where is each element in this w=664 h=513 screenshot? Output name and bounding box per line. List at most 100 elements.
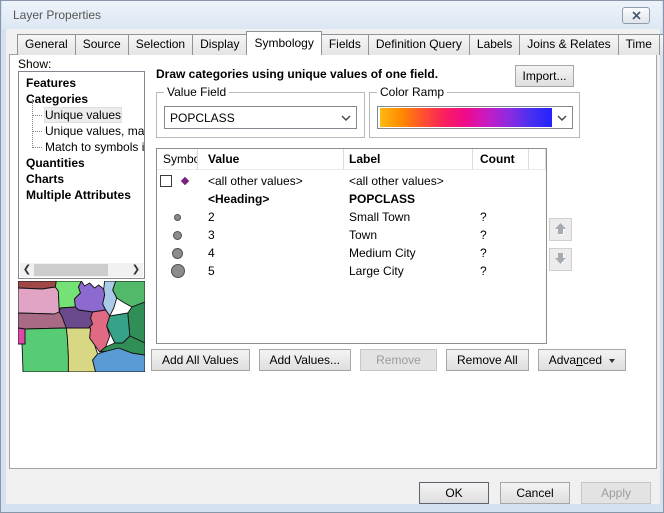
column-header-value[interactable]: Value	[198, 149, 344, 170]
map-preview	[18, 281, 145, 372]
color-ramp-label: Color Ramp	[377, 85, 447, 99]
show-tree: FeaturesCategoriesUnique valuesUnique va…	[18, 71, 145, 279]
table-row[interactable]: 3Town?	[157, 226, 546, 244]
symbol-cell[interactable]	[157, 190, 198, 208]
tab-bar: GeneralSourceSelectionDisplaySymbologyFi…	[17, 31, 664, 55]
advanced-button[interactable]: Advanced	[538, 349, 626, 371]
tab-selection[interactable]: Selection	[128, 34, 193, 55]
column-header-label[interactable]: Label	[344, 149, 473, 170]
ok-button[interactable]: OK	[419, 482, 489, 504]
scrollbar-thumb[interactable]	[34, 264, 108, 276]
show-item-label: Multiple Attributes	[26, 188, 131, 202]
point-symbol-icon	[181, 177, 189, 185]
count-cell: ?	[473, 228, 529, 242]
remove-all-button[interactable]: Remove All	[446, 349, 529, 371]
count-cell: ?	[473, 210, 529, 224]
tab-definition-query[interactable]: Definition Query	[368, 34, 470, 55]
map-region	[74, 281, 105, 312]
tab-joins-relates[interactable]: Joins & Relates	[519, 34, 618, 55]
all-other-values-checkbox[interactable]	[160, 175, 172, 187]
value-field-dropdown[interactable]: POPCLASS	[164, 106, 357, 129]
show-item-quantities[interactable]: Quantities	[19, 155, 144, 171]
tab-fields[interactable]: Fields	[321, 34, 369, 55]
arrow-up-icon	[553, 221, 568, 236]
circle-symbol-icon	[172, 248, 183, 259]
map-region	[107, 313, 130, 343]
symbol-table: Symbol Value Label Count <all other valu…	[156, 148, 547, 344]
import-button[interactable]: Import...	[515, 65, 574, 87]
map-region	[22, 328, 68, 372]
scroll-left-arrow-icon[interactable]: ❮	[20, 263, 34, 277]
label-cell: POPCLASS	[344, 192, 473, 206]
window-titlebar[interactable]: Layer Properties	[2, 1, 662, 29]
add-values-button[interactable]: Add Values...	[259, 349, 352, 371]
symbol-cell[interactable]	[157, 262, 198, 280]
label-cell: Medium City	[344, 246, 473, 260]
symbol-cell[interactable]	[157, 172, 198, 190]
table-row[interactable]: 4Medium City?	[157, 244, 546, 262]
close-button[interactable]	[622, 7, 650, 24]
tab-labels[interactable]: Labels	[469, 34, 520, 55]
value-cell: 5	[198, 264, 344, 278]
map-region	[18, 312, 66, 329]
scroll-right-arrow-icon[interactable]: ❯	[129, 263, 143, 277]
circle-symbol-icon	[171, 264, 185, 278]
circle-symbol-icon	[174, 214, 181, 221]
show-item-charts[interactable]: Charts	[19, 171, 144, 187]
show-item-label: Features	[26, 76, 76, 90]
value-cell: 3	[198, 228, 344, 242]
column-header-count[interactable]: Count	[473, 149, 529, 170]
dialog-content: GeneralSourceSelectionDisplaySymbologyFi…	[6, 29, 660, 504]
tab-symbology[interactable]: Symbology	[246, 31, 321, 55]
table-row[interactable]: 5Large City?	[157, 262, 546, 280]
show-item-match-to-symbols-in-a[interactable]: Match to symbols in a	[19, 139, 144, 155]
tab-display[interactable]: Display	[192, 34, 247, 55]
tab-general[interactable]: General	[17, 34, 76, 55]
show-item-label: Quantities	[26, 156, 85, 170]
show-item-label: Charts	[26, 172, 64, 186]
table-row[interactable]: <all other values><all other values>	[157, 172, 546, 190]
remove-button[interactable]: Remove	[360, 349, 437, 371]
show-item-multiple-attributes[interactable]: Multiple Attributes	[19, 187, 144, 203]
table-row[interactable]: <Heading>POPCLASS	[157, 190, 546, 208]
add-all-values-button[interactable]: Add All Values	[151, 349, 250, 371]
label-cell: Town	[344, 228, 473, 242]
show-item-label: Unique values	[45, 108, 121, 122]
window-title: Layer Properties	[13, 8, 101, 22]
value-cell: 2	[198, 210, 344, 224]
move-down-button[interactable]	[549, 248, 572, 271]
label-cell: Small Town	[344, 210, 473, 224]
map-region	[18, 328, 25, 344]
tab-html-popup[interactable]: HTML Popup	[659, 34, 664, 55]
tab-time[interactable]: Time	[618, 34, 660, 55]
circle-symbol-icon	[173, 231, 182, 240]
cancel-button[interactable]: Cancel	[500, 482, 570, 504]
tree-horizontal-scrollbar[interactable]: ❮ ❯	[20, 263, 143, 277]
count-cell: ?	[473, 246, 529, 260]
action-buttons: Add All Values Add Values... Remove Remove …	[151, 349, 626, 371]
color-ramp-gradient	[380, 108, 552, 127]
dropdown-arrow-icon	[609, 359, 615, 363]
show-item-label: Unique values, many	[45, 124, 145, 138]
show-label: Show:	[18, 57, 51, 71]
table-header: Symbol Value Label Count	[157, 149, 546, 170]
map-region	[113, 281, 145, 307]
label-cell: <all other values>	[344, 174, 473, 188]
value-field-value: POPCLASS	[165, 111, 336, 125]
chevron-down-icon	[336, 115, 356, 121]
table-body: <all other values><all other values><Hea…	[157, 170, 546, 280]
show-item-features[interactable]: Features	[19, 75, 144, 91]
symbol-cell[interactable]	[157, 226, 198, 244]
panel-heading: Draw categories using unique values of o…	[156, 67, 438, 81]
label-cell: Large City	[344, 264, 473, 278]
table-row[interactable]: 2Small Town?	[157, 208, 546, 226]
symbol-cell[interactable]	[157, 208, 198, 226]
color-ramp-dropdown[interactable]	[377, 106, 573, 129]
move-up-button[interactable]	[549, 218, 572, 241]
count-cell: ?	[473, 264, 529, 278]
tab-source[interactable]: Source	[75, 34, 129, 55]
apply-button[interactable]: Apply	[581, 482, 651, 504]
symbol-cell[interactable]	[157, 244, 198, 262]
show-item-label: Match to symbols in a	[45, 140, 145, 154]
column-header-symbol[interactable]: Symbol	[157, 149, 198, 170]
